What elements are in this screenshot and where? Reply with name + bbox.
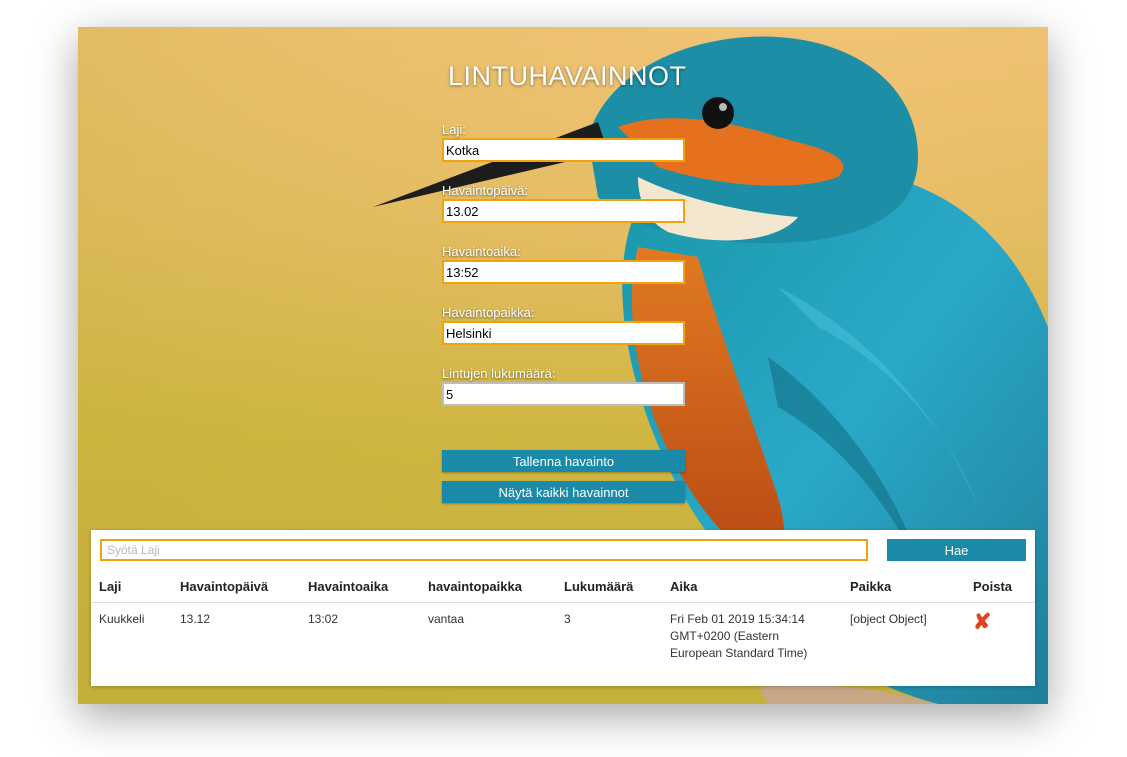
column-header-place: havaintopaikka: [420, 570, 556, 603]
column-header-count: Lukumäärä: [556, 570, 662, 603]
cell-place: vantaa: [428, 612, 465, 626]
cell-time: 13:02: [308, 612, 339, 626]
species-field: Laji:: [442, 122, 687, 162]
column-header-time: Havaintoaika: [300, 570, 420, 603]
column-header-timestamp: Aika: [662, 570, 842, 603]
observations-table: Laji Havaintopäivä Havaintoaika havainto…: [91, 570, 1035, 670]
date-label: Havaintopäivä:: [442, 183, 528, 198]
count-label: Lintujen lukumäärä:: [442, 366, 556, 381]
cell-species: Kuukkeli: [99, 612, 145, 626]
species-input[interactable]: [442, 138, 685, 162]
cell-date: 13.12: [180, 612, 211, 626]
place-field: Havaintopaikka:: [442, 305, 687, 345]
species-search-input[interactable]: [100, 539, 868, 561]
cell-count: 3: [564, 612, 571, 626]
observation-form: Laji: Havaintopäivä: Havaintoaika: Havai…: [442, 122, 687, 427]
date-field: Havaintopäivä:: [442, 183, 687, 223]
time-field: Havaintoaika:: [442, 244, 687, 284]
save-observation-button[interactable]: Tallenna havainto: [442, 450, 685, 472]
table-row: Kuukkeli 13.12 13:02 vantaa 3 Fri Feb 01…: [91, 603, 1035, 671]
place-label: Havaintopaikka:: [442, 305, 535, 320]
table-header-row: Laji Havaintopäivä Havaintoaika havainto…: [91, 570, 1035, 603]
species-label: Laji:: [442, 122, 466, 137]
time-label: Havaintoaika:: [442, 244, 521, 259]
count-field: Lintujen lukumäärä:: [442, 366, 687, 406]
cell-timestamp: Fri Feb 01 2019 15:34:14 GMT+0200 (Easte…: [670, 612, 808, 660]
cell-delete: ✘: [965, 603, 1035, 671]
count-input[interactable]: [442, 382, 685, 406]
column-header-location: Paikka: [842, 570, 965, 603]
cell-location: [object Object]: [850, 612, 927, 626]
column-header-species: Laji: [91, 570, 172, 603]
column-header-date: Havaintopäivä: [172, 570, 300, 603]
page-title: LINTUHAVAINNOT: [448, 61, 687, 91]
app-window: LINTUHAVAINNOT Laji: Havaintopäivä: Hava…: [78, 27, 1048, 704]
show-all-observations-button[interactable]: Näytä kaikki havainnot: [442, 481, 685, 503]
date-input[interactable]: [442, 199, 685, 223]
place-input[interactable]: [442, 321, 685, 345]
time-input[interactable]: [442, 260, 685, 284]
results-panel: Hae Laji Havaintopäivä Havaintoaika hava…: [91, 530, 1035, 686]
search-button[interactable]: Hae: [887, 539, 1026, 561]
column-header-delete: Poista: [965, 570, 1035, 603]
x-icon[interactable]: ✘: [973, 611, 991, 633]
